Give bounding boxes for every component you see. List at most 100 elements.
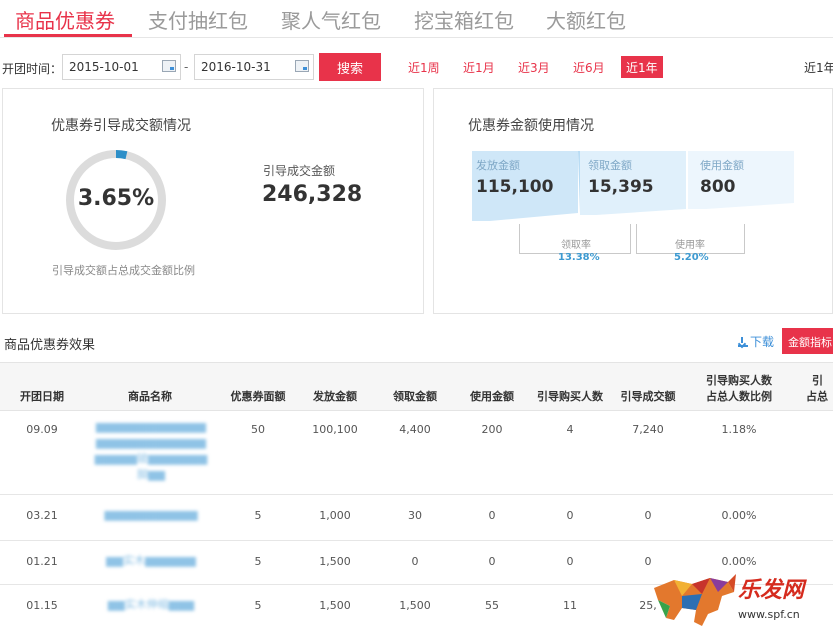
cell-gmv: 0 [644,509,652,522]
product-name-line: 脚▆▆ [137,468,165,481]
cell-buyers-ratio: 1.18% [721,423,757,436]
col-header-buyers-ratio-line2: 占总人数比例 [706,390,772,403]
col-header-used-amount: 使用金额 [470,390,514,403]
cell-used: 200 [481,423,503,436]
cell-issued: 100,100 [312,423,358,436]
cell-date: 01.15 [26,599,58,612]
search-button[interactable]: 搜索 [319,53,381,81]
cell-buyers: 0 [566,509,574,522]
calendar-icon[interactable] [162,60,176,72]
cell-issued: 1,500 [319,599,351,612]
product-name-line: ▆▆▆▆▆▆▆▆▆▆▆ [104,508,198,521]
cell-gmv: 0 [644,555,652,568]
conversion-panel-title: 优惠券引导成交额情况 [51,118,191,134]
download-link[interactable]: 下载 [738,333,774,350]
col-header-product-name: 商品名称 [128,390,172,403]
cell-used: 55 [485,599,499,612]
cell-used: 0 [488,509,496,522]
cell-claimed: 4,400 [399,423,431,436]
col-header-claimed-amount: 领取金额 [393,390,437,403]
claimed-amount-box: 领取金额 15,395 [584,151,690,213]
issued-amount-value: 115,100 [476,177,554,197]
range-last-year[interactable]: 近1年 [621,56,663,78]
usage-panel-title: 优惠券金额使用情况 [468,118,594,134]
filter-label: 开团时间： [2,62,63,76]
guided-gmv-label: 引导成交金额 [263,164,336,178]
date-separator: - [184,60,189,74]
current-range-label: 近1年 [804,61,833,75]
tab-large-red-packet[interactable]: 大额红包 [546,5,626,34]
tab-popularity-red-packet[interactable]: 聚人气红包 [281,5,381,34]
use-rate-label: 使用率 [673,236,707,251]
col-header-buyers-ratio-line1: 引导购买人数 [706,374,772,387]
conversion-ratio-value: 3.65% [77,186,155,211]
col-header-gmv-ratio-line2: 占总 [806,390,828,403]
cell-product-name[interactable]: ▆▆实木伸缩▆▆▆ [88,597,214,613]
range-last-3-months[interactable]: 近3月 [513,56,555,78]
coupon-type-tabs: 商品优惠券 支付抽红包 聚人气红包 挖宝箱红包 大额红包 [0,0,833,38]
use-rate-value: 5.20% [674,252,709,263]
date-filter-bar: 开团时间： - 搜索 近1周 近1月 近3月 近6月 近1年 近1年 [0,50,833,86]
cell-face-value: 5 [254,509,262,522]
amount-metric-button[interactable]: 金额指标 [782,328,833,354]
cell-date: 03.21 [26,509,58,522]
cell-buyers: 0 [566,555,574,568]
cell-issued: 1,500 [319,555,351,568]
cell-date: 01.21 [26,555,58,568]
product-name-line: ▆▆▆▆▆玻▆▆▆▆▆▆▆ [94,452,208,465]
cell-face-value: 5 [254,555,262,568]
cell-issued: 1,000 [319,509,351,522]
conversion-ratio-caption: 引导成交额占总成交金额比例 [52,264,195,277]
cell-claimed: 0 [411,555,419,568]
watermark-bull-logo [654,574,736,626]
cell-buyers: 4 [566,423,574,436]
cell-product-name[interactable]: ▆▆实木▆▆▆▆▆▆ [88,553,214,569]
range-last-month[interactable]: 近1月 [458,56,500,78]
cell-gmv: 7,240 [632,423,664,436]
cell-face-value: 5 [254,599,262,612]
table-row[interactable]: 03.21 ▆▆▆▆▆▆▆▆▆▆▆ 5 1,000 30 0 0 0 0.00% [0,495,833,541]
issued-box-shadow [578,151,580,213]
claim-rate-value: 13.38% [558,252,600,263]
coupon-effect-title: 商品优惠券效果 [4,338,96,353]
cell-face-value: 50 [251,423,265,436]
col-header-gmv-ratio-line1: 引 [812,374,823,387]
product-name-line: ▆▆▆▆▆▆▆▆▆▆▆▆▆ [96,420,206,433]
cell-claimed: 1,500 [399,599,431,612]
col-header-guided-buyers: 引导购买人数 [537,390,603,403]
issued-amount-box: 发放金额 115,100 [472,151,578,213]
range-last-week[interactable]: 近1周 [403,56,445,78]
watermark-url: www.spf.cn [738,608,800,621]
cell-buyers: 11 [563,599,577,612]
download-label: 下载 [750,335,775,349]
table-row[interactable]: 09.09 ▆▆▆▆▆▆▆▆▆▆▆▆▆ ▆▆▆▆▆▆▆▆▆▆▆▆▆ ▆▆▆▆▆玻… [0,411,833,495]
cell-claimed: 30 [408,509,422,522]
calendar-icon[interactable] [295,60,309,72]
cell-buyers-ratio: 0.00% [721,509,757,522]
used-amount-label: 使用金额 [700,159,744,172]
active-tab-indicator [4,34,132,37]
cell-used: 0 [488,555,496,568]
product-name-line: ▆▆实木▆▆▆▆▆▆ [106,554,196,567]
used-amount-value: 800 [700,177,736,197]
range-last-6-months[interactable]: 近6月 [568,56,610,78]
table-header: 开团日期 商品名称 优惠券面额 发放金额 领取金额 使用金额 引导购买人数 引导… [0,363,833,411]
watermark-text: 乐发网 [738,577,805,603]
guided-gmv-value: 246,328 [262,182,363,207]
cell-product-name[interactable]: ▆▆▆▆▆▆▆▆▆▆▆ [88,507,214,523]
cell-date: 09.09 [26,423,58,436]
col-header-guided-gmv: 引导成交额 [620,390,676,403]
tab-payment-lucky-red-packet[interactable]: 支付抽红包 [148,5,248,34]
col-header-date: 开团日期 [20,390,64,403]
col-header-coupon-face-value: 优惠券面额 [230,390,286,403]
tab-treasure-box-red-packet[interactable]: 挖宝箱红包 [414,5,514,34]
cell-product-name[interactable]: ▆▆▆▆▆▆▆▆▆▆▆▆▆ ▆▆▆▆▆▆▆▆▆▆▆▆▆ ▆▆▆▆▆玻▆▆▆▆▆▆… [88,419,214,483]
issued-amount-label: 发放金额 [476,159,520,172]
product-name-line: ▆▆实木伸缩▆▆▆ [107,598,195,611]
claim-rate-label: 领取率 [559,236,593,251]
tab-product-coupon[interactable]: 商品优惠券 [15,5,115,34]
product-name-line: ▆▆▆▆▆▆▆▆▆▆▆▆▆ [96,436,206,449]
download-icon [738,337,748,347]
claimed-amount-value: 15,395 [588,177,654,197]
col-header-issued-amount: 发放金额 [313,390,357,403]
